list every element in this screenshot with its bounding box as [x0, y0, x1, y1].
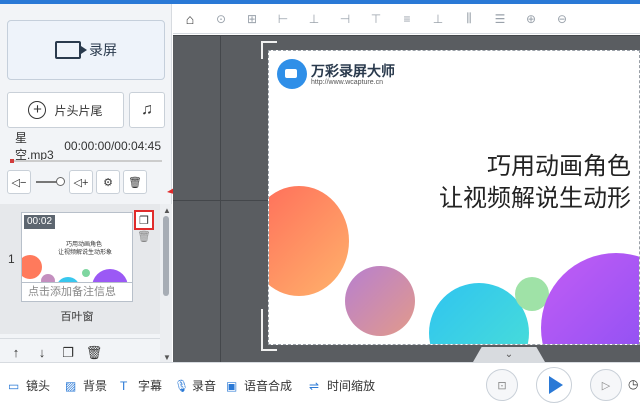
- scrollbar-thumb[interactable]: [163, 216, 169, 296]
- slide-preview[interactable]: 万彩录屏大师 http://www.wcapture.cn 巧用动画角色 让视频…: [268, 50, 640, 345]
- zoom-in-icon[interactable]: ⊕: [522, 10, 540, 28]
- volume-slider-knob[interactable]: [56, 177, 65, 186]
- camera-icon: [55, 41, 87, 59]
- record-audio-label: 录音: [192, 379, 217, 393]
- audio-delete-button[interactable]: 🗑: [123, 170, 147, 194]
- app-logo-icon: [277, 59, 307, 89]
- time-scale-icon: ⇌: [309, 378, 320, 393]
- clip-note-input[interactable]: 点击添加备注信息: [21, 282, 133, 302]
- headline-line-1: 巧用动画角色: [487, 153, 631, 180]
- move-down-icon[interactable]: ↓: [32, 343, 52, 363]
- chevron-down-icon: ⌄: [504, 349, 514, 360]
- align-center-icon[interactable]: ⊥: [305, 10, 323, 28]
- canvas-area[interactable]: 万彩录屏大师 http://www.wcapture.cn 巧用动画角色 让视频…: [173, 35, 640, 362]
- tts-label: 语音合成: [244, 379, 293, 393]
- audio-track[interactable]: 星空.mp3 00:00:00/00:04:45: [7, 131, 165, 162]
- duplicate-icon[interactable]: ❐: [58, 343, 78, 363]
- volume-slider[interactable]: [36, 177, 65, 186]
- record-screen-button[interactable]: 录屏: [7, 20, 165, 80]
- more-icon[interactable]: ⊙: [212, 10, 230, 28]
- clock-icon[interactable]: ◷: [628, 377, 638, 391]
- camera-tool[interactable]: ▭ 镜头: [8, 377, 50, 394]
- time-scale-label: 时间缩放: [327, 379, 376, 393]
- background-icon: ▨: [65, 378, 77, 393]
- preview-icon: ⊡: [497, 379, 507, 392]
- logo-text: 万彩录屏大师: [311, 63, 395, 79]
- music-button[interactable]: ♫: [129, 92, 165, 128]
- canvas-toolbar: ⌂ ⊙ ⊞ ⊢ ⊥ ⊣ ⊤ ≡ ⊥ ⫼ ☰ ⊕ ⊖: [173, 4, 640, 34]
- microphone-icon: 🎙: [174, 378, 190, 393]
- title-tail-label: 片头片尾: [54, 103, 103, 118]
- audio-progress-marker: [10, 159, 14, 163]
- clip-transition-label[interactable]: 百叶窗: [21, 308, 133, 324]
- logo-url: http://www.wcapture.cn: [311, 79, 383, 86]
- delete-clip-icon[interactable]: 🗑: [137, 230, 151, 243]
- collapse-panel-button[interactable]: ⌄: [473, 347, 545, 362]
- title-tail-button[interactable]: + 片头片尾: [7, 92, 124, 128]
- play-from-current-button[interactable]: ▷: [590, 369, 622, 401]
- align-middle-icon[interactable]: ≡: [398, 10, 416, 28]
- copy-icon: ❐: [139, 214, 149, 227]
- background-label: 背景: [83, 379, 108, 393]
- play-button[interactable]: [536, 367, 572, 403]
- scroll-down-icon[interactable]: ▼: [163, 353, 171, 362]
- audio-controls: ◁− ◁+ ⚙ 🗑: [7, 169, 165, 195]
- scroll-up-icon[interactable]: ▲: [163, 206, 171, 215]
- distribute-h-icon[interactable]: ⫼: [460, 10, 478, 28]
- audio-settings-button[interactable]: ⚙: [96, 170, 120, 194]
- distribute-v-icon[interactable]: ☰: [491, 10, 509, 28]
- audio-filename: 星空.mp3: [15, 131, 54, 162]
- subtitle-icon: T: [120, 378, 128, 393]
- clip-list-scrollbar[interactable]: ▲ ▼: [160, 204, 172, 364]
- play-icon: [549, 376, 563, 394]
- align-right-icon[interactable]: ⊣: [336, 10, 354, 28]
- plus-circle-icon: +: [28, 101, 47, 119]
- volume-up-button[interactable]: ◁+: [69, 170, 93, 194]
- home-icon[interactable]: ⌂: [181, 10, 199, 28]
- grid-line: [173, 35, 640, 36]
- clip-list: 1 00:02 巧用动画角色 让视频解说生动形象 点击添加备注信息 百叶窗 ❐ …: [0, 204, 160, 334]
- record-audio-tool[interactable]: 🎙 录音: [174, 377, 216, 394]
- decor-circle: [429, 283, 529, 344]
- music-list-icon: ♫: [141, 101, 153, 118]
- tts-icon: ▣: [226, 378, 238, 393]
- camera-label: 镜头: [26, 379, 51, 393]
- play-small-icon: ▷: [601, 379, 611, 392]
- left-panel: 录屏 + 片头片尾 ♫ 星空.mp3 00:00:00/00:04:45 ◁− …: [0, 4, 172, 364]
- align-top-icon[interactable]: ⊤: [367, 10, 385, 28]
- clip-index: 1: [8, 252, 15, 266]
- camera-icon: ▭: [8, 378, 20, 393]
- align-left-icon[interactable]: ⊢: [274, 10, 292, 28]
- audio-progress-bar[interactable]: [10, 159, 162, 163]
- grid-line: [220, 35, 221, 362]
- clip-duration: 00:02: [24, 215, 56, 229]
- decor-circle: [345, 266, 415, 336]
- align-bottom-icon[interactable]: ⊥: [429, 10, 447, 28]
- preview-button[interactable]: ⊡: [486, 369, 518, 401]
- volume-down-button[interactable]: ◁−: [7, 170, 31, 194]
- zoom-out-icon[interactable]: ⊖: [553, 10, 571, 28]
- tts-tool[interactable]: ▣ 语音合成: [226, 377, 292, 394]
- gear-icon: ⚙: [103, 176, 113, 189]
- time-scale-tool[interactable]: ⇌ 时间缩放: [309, 377, 375, 394]
- decor-circle: [541, 253, 639, 344]
- align-grid-icon[interactable]: ⊞: [243, 10, 261, 28]
- audio-time: 00:00:00/00:04:45: [64, 139, 161, 153]
- copy-clip-button[interactable]: ❐: [134, 210, 154, 230]
- record-label: 录屏: [89, 42, 117, 58]
- bottom-toolbar: ▭ 镜头 ▨ 背景 T 字幕 🎙 录音 ▣ 语音合成 ⇌ 时间缩放 ⊡ ▷ ◷: [0, 362, 640, 406]
- background-tool[interactable]: ▨ 背景: [65, 377, 107, 394]
- subtitle-label: 字幕: [138, 379, 163, 393]
- trash-icon[interactable]: 🗑: [84, 343, 104, 363]
- trash-icon: 🗑: [128, 176, 142, 189]
- subtitle-tool[interactable]: T 字幕: [120, 377, 162, 394]
- move-up-icon[interactable]: ↑: [6, 343, 26, 363]
